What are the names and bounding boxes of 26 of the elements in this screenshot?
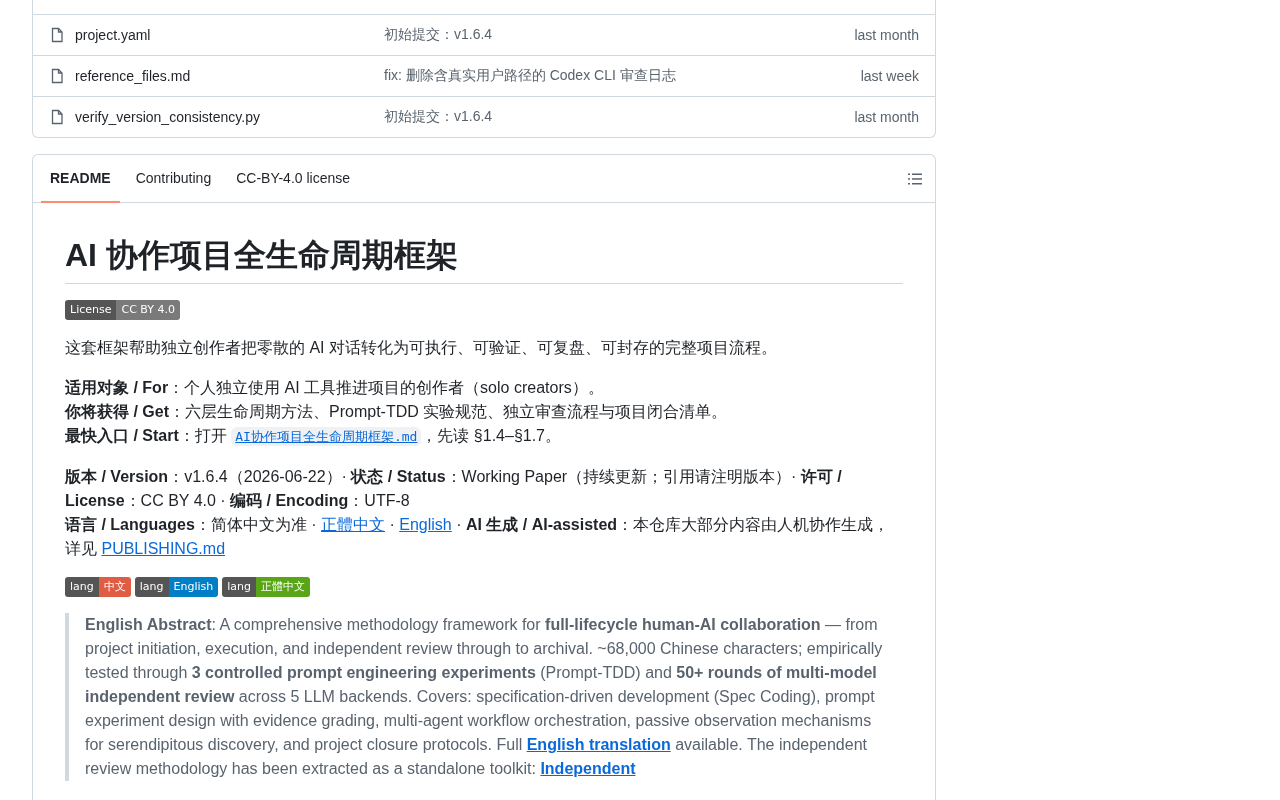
text-link[interactable]: Independent <box>540 760 636 777</box>
text-link[interactable]: English translation <box>526 736 671 753</box>
paragraph: 版本 / Version：v1.6.4（2026-06-22）· 状态 / Status：Working Paper（持续更新；引用请注明版本）· 许可 / License：CC BY 4.0 · 编码 / Encoding：UTF-8 语言 / Languages：简体中文为准 · 正體中文 · English · AI 生成 / AI-assisted：本仓库大部分内容由人机协作生成，详见 PUBLISHING.md <box>65 467 891 559</box>
commit-time: last month <box>854 109 919 125</box>
readme-tab[interactable]: README <box>41 155 120 203</box>
commit-message[interactable]: fix: 删除含真实用户路径的 Codex CLI 审查日志 <box>384 67 861 85</box>
paragraph: 这套框架帮助独立创作者把零散的 AI 对话转化为可执行、可验证、可复盘、可封存的完整项目流程。 <box>65 338 778 358</box>
commit-time: last month <box>854 27 919 43</box>
file-link[interactable]: reference_files.md <box>75 68 191 84</box>
readme-title: AI 协作项目全生命周期框架 <box>65 235 903 284</box>
text-link[interactable]: 正體中文 <box>321 516 385 533</box>
readme-tab[interactable]: CC-BY-4.0 license <box>227 155 360 203</box>
commit-message[interactable]: 初始提交：v1.6.4 <box>384 26 855 44</box>
text-link[interactable]: English <box>399 516 452 533</box>
file-link[interactable]: project.yaml <box>75 27 151 43</box>
readme-tab[interactable]: Contributing <box>126 155 221 203</box>
file-link[interactable]: verify_version_consistency.py <box>75 109 260 125</box>
paragraph: 适用对象 / For：个人独立使用 AI 工具推进项目的创作者（solo creators）。 你将获得 / Get：六层生命周期方法、Prompt-TDD 实验规范、独立审查流程与项目闭合清单。 最快入口 / Start：打开 AI协作项目全生命周期框架.md ，先读 §1.4–§1.7。 <box>65 378 729 448</box>
file-icon <box>49 109 65 125</box>
code-link[interactable]: AI协作项目全生命周期框架.md <box>231 427 422 446</box>
abstract-quote: English Abstract: A comprehensive methodology framework for full-lifecycle human-AI collaboration — from project initiation, execution, and independent review through to archival. ~68,000 Chinese characters; empirically tested through 3 controlled prompt engineering experiments (Prompt-TDD) and 50+ rounds of multi-model independent review across 5 LLM backends. Covers: specification-driven development (Spec Coding), prompt experiment design with evidence grading, multi-agent workflow orchestration, passive observation mechanisms for serendipitous discovery, and project closure protocols. Full English translation available. The independent review methodology has been extracted as a standalone toolkit: Independent <box>65 613 903 781</box>
commit-time: last week <box>860 68 919 84</box>
commit-message[interactable]: 初始提交：v1.6.4 <box>384 108 855 126</box>
file-icon <box>49 27 65 43</box>
file-icon <box>49 68 65 84</box>
text-link[interactable]: PUBLISHING.md <box>101 540 226 557</box>
